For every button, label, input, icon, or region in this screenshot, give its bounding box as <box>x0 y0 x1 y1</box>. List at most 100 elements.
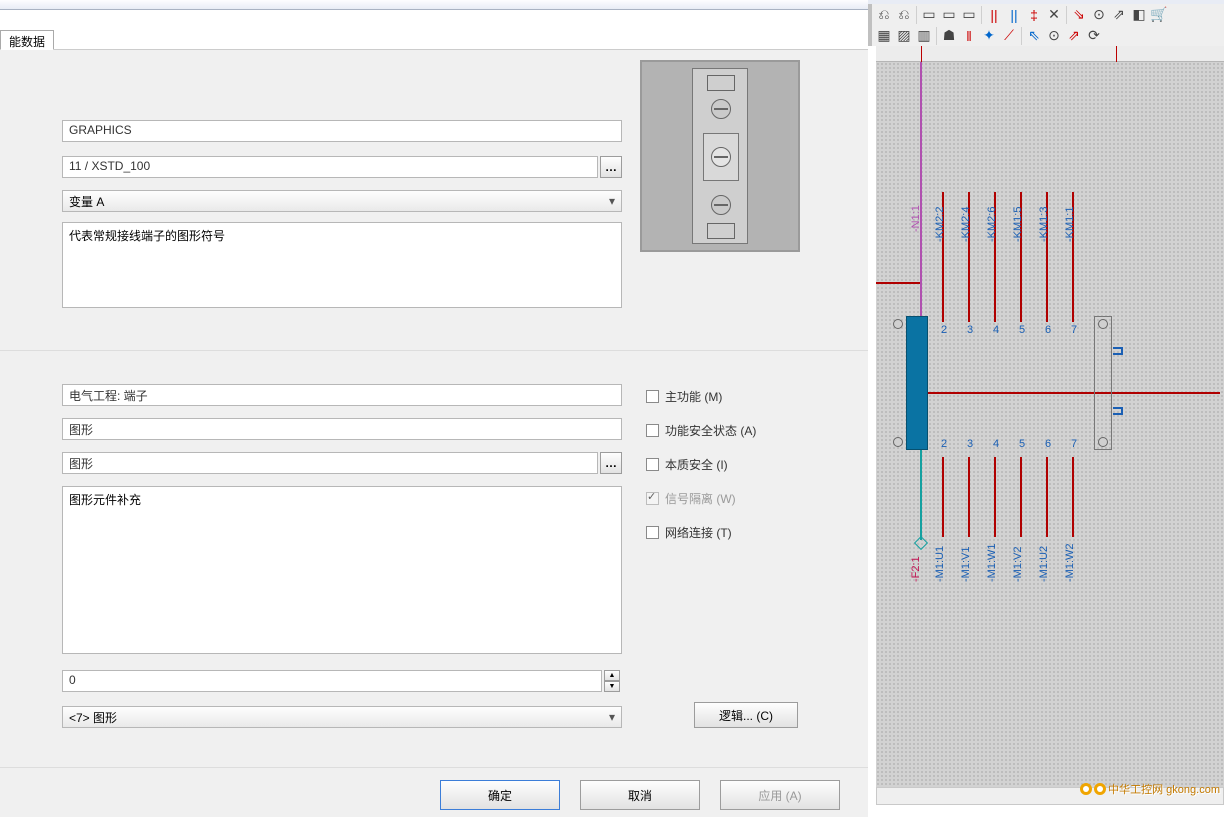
toolbar-icon[interactable]: || <box>986 7 1002 23</box>
cancel-button[interactable]: 取消 <box>580 780 700 810</box>
pin-label: 4 <box>990 324 1002 336</box>
graphics-field[interactable]: GRAPHICS <box>62 120 622 142</box>
logic-button[interactable]: 逻辑... (C) <box>694 702 798 728</box>
net-conn-label: 网络连接 (T) <box>665 524 732 541</box>
toolbar-icon[interactable]: ⇗ <box>1066 28 1082 44</box>
bot-net-wire <box>920 450 922 540</box>
toolbar-icon[interactable]: ▥ <box>916 28 932 44</box>
gear-icon <box>1094 783 1106 795</box>
toolbar-icon[interactable]: ⊙ <box>1091 7 1107 23</box>
schematic-canvas[interactable]: -N1:1 -KM2:22-KM2:43-KM2:64-KM1:55-KM1:3… <box>876 62 1224 787</box>
toolbar-icon[interactable]: ▭ <box>961 7 977 23</box>
tab-label: 能数据 <box>9 35 45 49</box>
tab-main[interactable]: 能数据 <box>0 30 54 50</box>
toolbar-separator <box>916 6 917 24</box>
mid-pin-label: 5 <box>1016 438 1028 450</box>
signal-iso-label: 信号隔离 (W) <box>665 490 736 507</box>
figure2-value: 图形 <box>69 457 93 471</box>
figure-fill-textarea[interactable]: 图形元件补充 <box>62 486 622 654</box>
figure-fill-value: 图形元件补充 <box>69 493 141 507</box>
figure2-field[interactable]: 图形 <box>62 452 598 474</box>
pin-label: 3 <box>964 324 976 336</box>
ruler-mark-1 <box>921 46 922 62</box>
intrinsic-row: 本质安全 (I) <box>646 454 728 474</box>
toolbar-icon[interactable]: ⇗ <box>1111 7 1127 23</box>
spin-field[interactable]: 0 <box>62 670 602 692</box>
toolbar-icon[interactable]: ✕ <box>1046 7 1062 23</box>
toolbar-icon[interactable]: ▭ <box>941 7 957 23</box>
toolbar-icon[interactable]: ⇖ <box>1026 28 1042 44</box>
terminal-block-right[interactable] <box>1094 316 1112 450</box>
toolbar-separator <box>1021 27 1022 45</box>
signal-iso-row: 信号隔离 (W) <box>646 488 736 508</box>
mid-pin-label: 3 <box>964 438 976 450</box>
net-conn-checkbox[interactable] <box>646 526 659 539</box>
toolbar-icon[interactable]: ⎌ <box>876 7 892 23</box>
pin-label: 5 <box>1016 324 1028 336</box>
top-net-label: -N1:1 <box>910 220 922 232</box>
toolbar-icon[interactable]: ⟳ <box>1086 28 1102 44</box>
cancel-label: 取消 <box>628 787 652 804</box>
spin-value: 0 <box>69 673 76 687</box>
main-func-checkbox[interactable] <box>646 390 659 403</box>
toolbar-icon[interactable]: ▭ <box>921 7 937 23</box>
definition-field[interactable]: 电气工程: 端子 <box>62 384 622 406</box>
symbol-field[interactable]: 11 / XSTD_100 <box>62 156 598 178</box>
toolbar-icon[interactable]: ◧ <box>1131 7 1147 23</box>
watermark: 中华工控网 gkong.com <box>1080 781 1220 797</box>
net-conn-row: 网络连接 (T) <box>646 522 732 542</box>
terminal-block-left[interactable] <box>906 316 928 450</box>
dialog-body: GRAPHICS 11 / XSTD_100 … 变量 A 代表常规接线端子的图… <box>0 50 868 785</box>
figure2-browse-button[interactable]: … <box>600 452 622 474</box>
toolbar-icon[interactable]: ⎌ <box>896 7 912 23</box>
symbol-value: 11 / XSTD_100 <box>69 159 150 173</box>
symbol-preview <box>640 60 800 252</box>
signal-iso-checkbox <box>646 492 659 505</box>
toolbar-icon[interactable]: ⟋ <box>1001 28 1017 44</box>
toolbar-icon[interactable]: ☗ <box>941 28 957 44</box>
rep-type-combo[interactable]: <7> 图形 <box>62 706 622 728</box>
ruler-horizontal <box>876 46 1224 62</box>
gear-icon <box>1080 783 1092 795</box>
pin-label: 7 <box>1068 324 1080 336</box>
top-net-wire <box>920 62 922 316</box>
mid-pin-label: 6 <box>1042 438 1054 450</box>
toolbar-icon[interactable]: || <box>1006 7 1022 23</box>
figure1-value: 图形 <box>69 423 93 437</box>
apply-button[interactable]: 应用 (A) <box>720 780 840 810</box>
mid-pin-label: 4 <box>990 438 1002 450</box>
ruler-mark-2 <box>1116 46 1117 62</box>
safety-state-checkbox[interactable] <box>646 424 659 437</box>
toolbar-icon[interactable]: ‡ <box>1026 7 1042 23</box>
description-textarea[interactable]: 代表常规接线端子的图形符号 <box>62 222 622 308</box>
main-func-row: 主功能 (M) <box>646 386 722 406</box>
bot-wire <box>968 457 970 537</box>
watermark-text: 中华工控网 gkong.com <box>1108 781 1220 797</box>
toolbar-icon[interactable]: ‖ <box>961 28 977 44</box>
bot-wire-label: -M1:W1 <box>986 570 998 582</box>
bot-wire-label: -M1:W2 <box>1064 570 1076 582</box>
bot-wire <box>1046 457 1048 537</box>
toolbar-icon[interactable]: ✦ <box>981 28 997 44</box>
trunk-mid <box>876 282 920 284</box>
toolbar-icon[interactable]: ▨ <box>896 28 912 44</box>
intrinsic-checkbox[interactable] <box>646 458 659 471</box>
variant-combo[interactable]: 变量 A <box>62 190 622 212</box>
toolbar-icon[interactable]: ⊙ <box>1046 28 1062 44</box>
top-wire-label: -KM2:2 <box>934 230 946 242</box>
titlebar-fragment <box>0 0 868 10</box>
symbol-browse-button[interactable]: … <box>600 156 622 178</box>
spin-buttons[interactable]: ▲▼ <box>604 670 620 692</box>
figure1-field[interactable]: 图形 <box>62 418 622 440</box>
bot-wire <box>1072 457 1074 537</box>
ok-button[interactable]: 确定 <box>440 780 560 810</box>
spin-up[interactable]: ▲ <box>604 670 620 681</box>
apply-label: 应用 (A) <box>758 787 801 804</box>
toolbar-icon[interactable]: 🛒 <box>1151 7 1167 23</box>
bot-wire <box>994 457 996 537</box>
bot-wire <box>942 457 944 537</box>
spin-down[interactable]: ▼ <box>604 681 620 692</box>
pin-label: 6 <box>1042 324 1054 336</box>
toolbar-icon[interactable]: ⇘ <box>1071 7 1087 23</box>
toolbar-icon[interactable]: ▦ <box>876 28 892 44</box>
